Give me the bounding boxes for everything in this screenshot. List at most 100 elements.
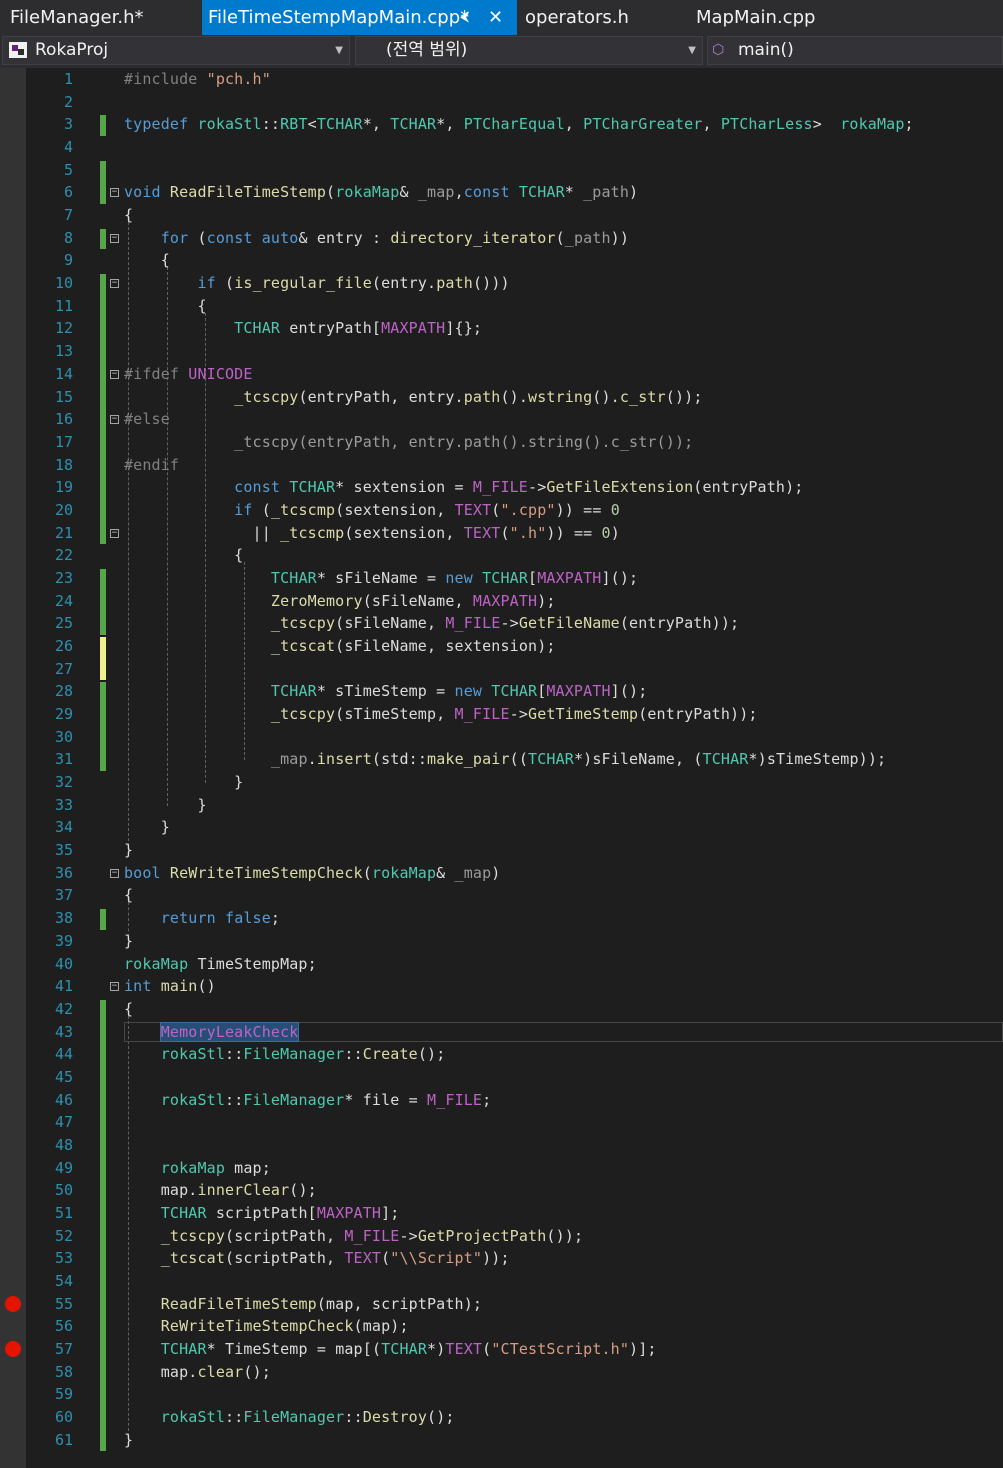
code-text[interactable]: TCHAR* TimeStemp = map[(TCHAR*)TEXT("CTe… [124,1338,657,1360]
code-line[interactable]: 15 _tcscpy(entryPath, entry.path().wstri… [0,386,1003,408]
code-text[interactable]: if (_tcscmp(sextension, TEXT(".cpp")) ==… [124,499,620,521]
code-line[interactable]: 27 [0,658,1003,680]
code-line[interactable]: 41 int main() − [0,975,1003,997]
breakpoint-icon[interactable] [5,1295,21,1312]
code-text[interactable]: #endif [124,454,179,476]
scope-dropdown[interactable]: (전역 범위) ▼ [355,36,703,65]
code-text[interactable]: } [124,816,170,838]
collapse-icon[interactable]: − [110,279,119,289]
code-text[interactable]: #include "pch.h" [124,68,271,90]
code-line[interactable]: 9 { [0,249,1003,271]
code-line[interactable]: 44 rokaStl::FileManager::Create(); [0,1043,1003,1065]
code-text[interactable]: if (is_regular_file(entry.path())) [124,272,510,294]
code-line[interactable]: 60 rokaStl::FileManager::Destroy(); [0,1406,1003,1428]
code-line[interactable]: 1 #include "pch.h" [0,68,1003,90]
code-text[interactable]: bool ReWriteTimeStempCheck(rokaMap& _map… [124,862,500,884]
code-text[interactable]: { [124,884,133,906]
code-line[interactable]: 23 TCHAR* sFileName = new TCHAR[MAXPATH]… [0,567,1003,589]
project-dropdown[interactable]: RokaProj ▼ [2,36,350,65]
code-text[interactable]: _tcscpy(entryPath, entry.path().wstring(… [124,386,703,408]
collapse-icon[interactable]: − [110,369,119,379]
code-line[interactable]: 54 [0,1270,1003,1292]
code-text[interactable]: { [124,204,133,226]
code-line[interactable]: 61} [0,1429,1003,1451]
code-line[interactable]: 2 [0,91,1003,113]
code-text[interactable]: return false; [124,907,280,929]
code-line[interactable]: 10 if (is_regular_file(entry.path())) − [0,272,1003,294]
code-text[interactable]: { [124,544,243,566]
code-text[interactable]: ReWriteTimeStempCheck(map); [124,1315,409,1337]
code-line[interactable]: 29 _tcscpy(sTimeStemp, M_FILE->GetTimeSt… [0,703,1003,725]
code-text[interactable]: const TCHAR* sextension = M_FILE->GetFil… [124,476,803,498]
code-line[interactable]: 45 [0,1066,1003,1088]
code-line[interactable]: 22 { [0,544,1003,566]
code-text[interactable]: ZeroMemory(sFileName, MAXPATH); [124,590,556,612]
code-text[interactable]: typedef rokaStl::RBT<TCHAR*, TCHAR*, PTC… [124,113,914,135]
collapse-icon[interactable]: − [110,868,119,878]
code-line[interactable]: 33 } [0,794,1003,816]
code-line[interactable]: 30 [0,726,1003,748]
code-line[interactable]: 35} [0,839,1003,861]
code-line[interactable]: 6 void ReadFileTimeStemp(rokaMap& _map,co… [0,181,1003,203]
code-text[interactable]: _tcscpy(sFileName, M_FILE->GetFileName(e… [124,612,739,634]
tab-filemanager-h[interactable]: FileManager.h* [0,0,200,35]
code-text[interactable]: #ifdef UNICODE [124,363,253,385]
code-line[interactable]: 12 TCHAR entryPath[MAXPATH]{}; [0,317,1003,339]
member-dropdown[interactable]: ⬡ main() [707,36,1003,65]
tab-mapmain-cpp[interactable]: MapMain.cpp [687,0,887,35]
collapse-icon[interactable]: − [110,415,119,425]
code-text[interactable]: { [124,295,207,317]
code-line[interactable]: 24 ZeroMemory(sFileName, MAXPATH); [0,590,1003,612]
code-line[interactable]: 58 map.clear(); [0,1361,1003,1383]
code-text[interactable]: rokaStl::FileManager::Destroy(); [124,1406,455,1428]
code-line[interactable]: 19 const TCHAR* sextension = M_FILE->Get… [0,476,1003,498]
code-text[interactable]: ReadFileTimeStemp(map, scriptPath); [124,1293,482,1315]
code-text[interactable]: TCHAR* sTimeStemp = new TCHAR[MAXPATH]()… [124,680,647,702]
code-line[interactable]: 11 { [0,295,1003,317]
code-line[interactable]: 46 rokaStl::FileManager* file = M_FILE; [0,1089,1003,1111]
code-text[interactable]: { [124,998,133,1020]
code-line[interactable]: 40 rokaMap TimeStempMap; [0,953,1003,975]
code-line[interactable]: 7{ [0,204,1003,226]
code-line[interactable]: 43 MemoryLeakCheck [0,1021,1003,1043]
code-line[interactable]: 3 typedef rokaStl::RBT<TCHAR*, TCHAR*, PT… [0,113,1003,135]
code-line[interactable]: 18 #endif [0,454,1003,476]
collapse-icon[interactable]: − [110,188,119,198]
code-line[interactable]: 51 TCHAR scriptPath[MAXPATH]; [0,1202,1003,1224]
code-text[interactable]: MemoryLeakCheck [124,1021,300,1043]
code-text[interactable]: || _tcscmp(sextension, TEXT(".h")) == 0) [124,522,620,544]
code-line[interactable]: 37 { [0,884,1003,906]
code-text[interactable]: rokaMap TimeStempMap; [124,953,317,975]
code-line[interactable]: 56 ReWriteTimeStempCheck(map); [0,1315,1003,1337]
code-line[interactable]: 59 [0,1383,1003,1405]
code-text[interactable]: { [124,249,170,271]
code-text[interactable]: map.clear(); [124,1361,271,1383]
collapse-icon[interactable]: − [110,528,119,538]
code-line[interactable]: 32 } [0,771,1003,793]
code-text[interactable]: _tcscat(sFileName, sextension); [124,635,556,657]
code-line[interactable]: 55 ReadFileTimeStemp(map, scriptPath); [0,1293,1003,1315]
close-icon[interactable]: ✕ [488,0,503,35]
code-line[interactable]: 48 [0,1134,1003,1156]
code-line[interactable]: 53 _tcscat(scriptPath, TEXT("\\Script"))… [0,1247,1003,1269]
code-text[interactable]: map.innerClear(); [124,1179,317,1201]
code-text[interactable]: } [124,1429,133,1451]
code-text[interactable]: #else [124,408,170,430]
code-text[interactable]: rokaStl::FileManager::Create(); [124,1043,446,1065]
code-text[interactable]: for (const auto& entry : directory_itera… [124,227,629,249]
code-text[interactable]: _tcscpy(scriptPath, M_FILE->GetProjectPa… [124,1225,583,1247]
code-line[interactable]: 21 || _tcscmp(sextension, TEXT(".h")) ==… [0,522,1003,544]
code-text[interactable]: _map.insert(std::make_pair((TCHAR*)sFile… [124,748,886,770]
code-text[interactable]: TCHAR entryPath[MAXPATH]{}; [124,317,482,339]
code-line[interactable]: 25 _tcscpy(sFileName, M_FILE->GetFileNam… [0,612,1003,634]
code-line[interactable]: 42 { [0,998,1003,1020]
code-text[interactable]: } [124,771,243,793]
code-line[interactable]: 4 [0,136,1003,158]
code-line[interactable]: 31 _map.insert(std::make_pair((TCHAR*)sF… [0,748,1003,770]
code-line[interactable]: 5 [0,159,1003,181]
code-text[interactable]: } [124,839,133,861]
code-line[interactable]: 47 [0,1111,1003,1133]
code-text[interactable]: _tcscpy(entryPath, entry.path().string()… [124,431,693,453]
code-text[interactable]: void ReadFileTimeStemp(rokaMap& _map,con… [124,181,638,203]
breakpoint-icon[interactable] [5,1341,21,1358]
